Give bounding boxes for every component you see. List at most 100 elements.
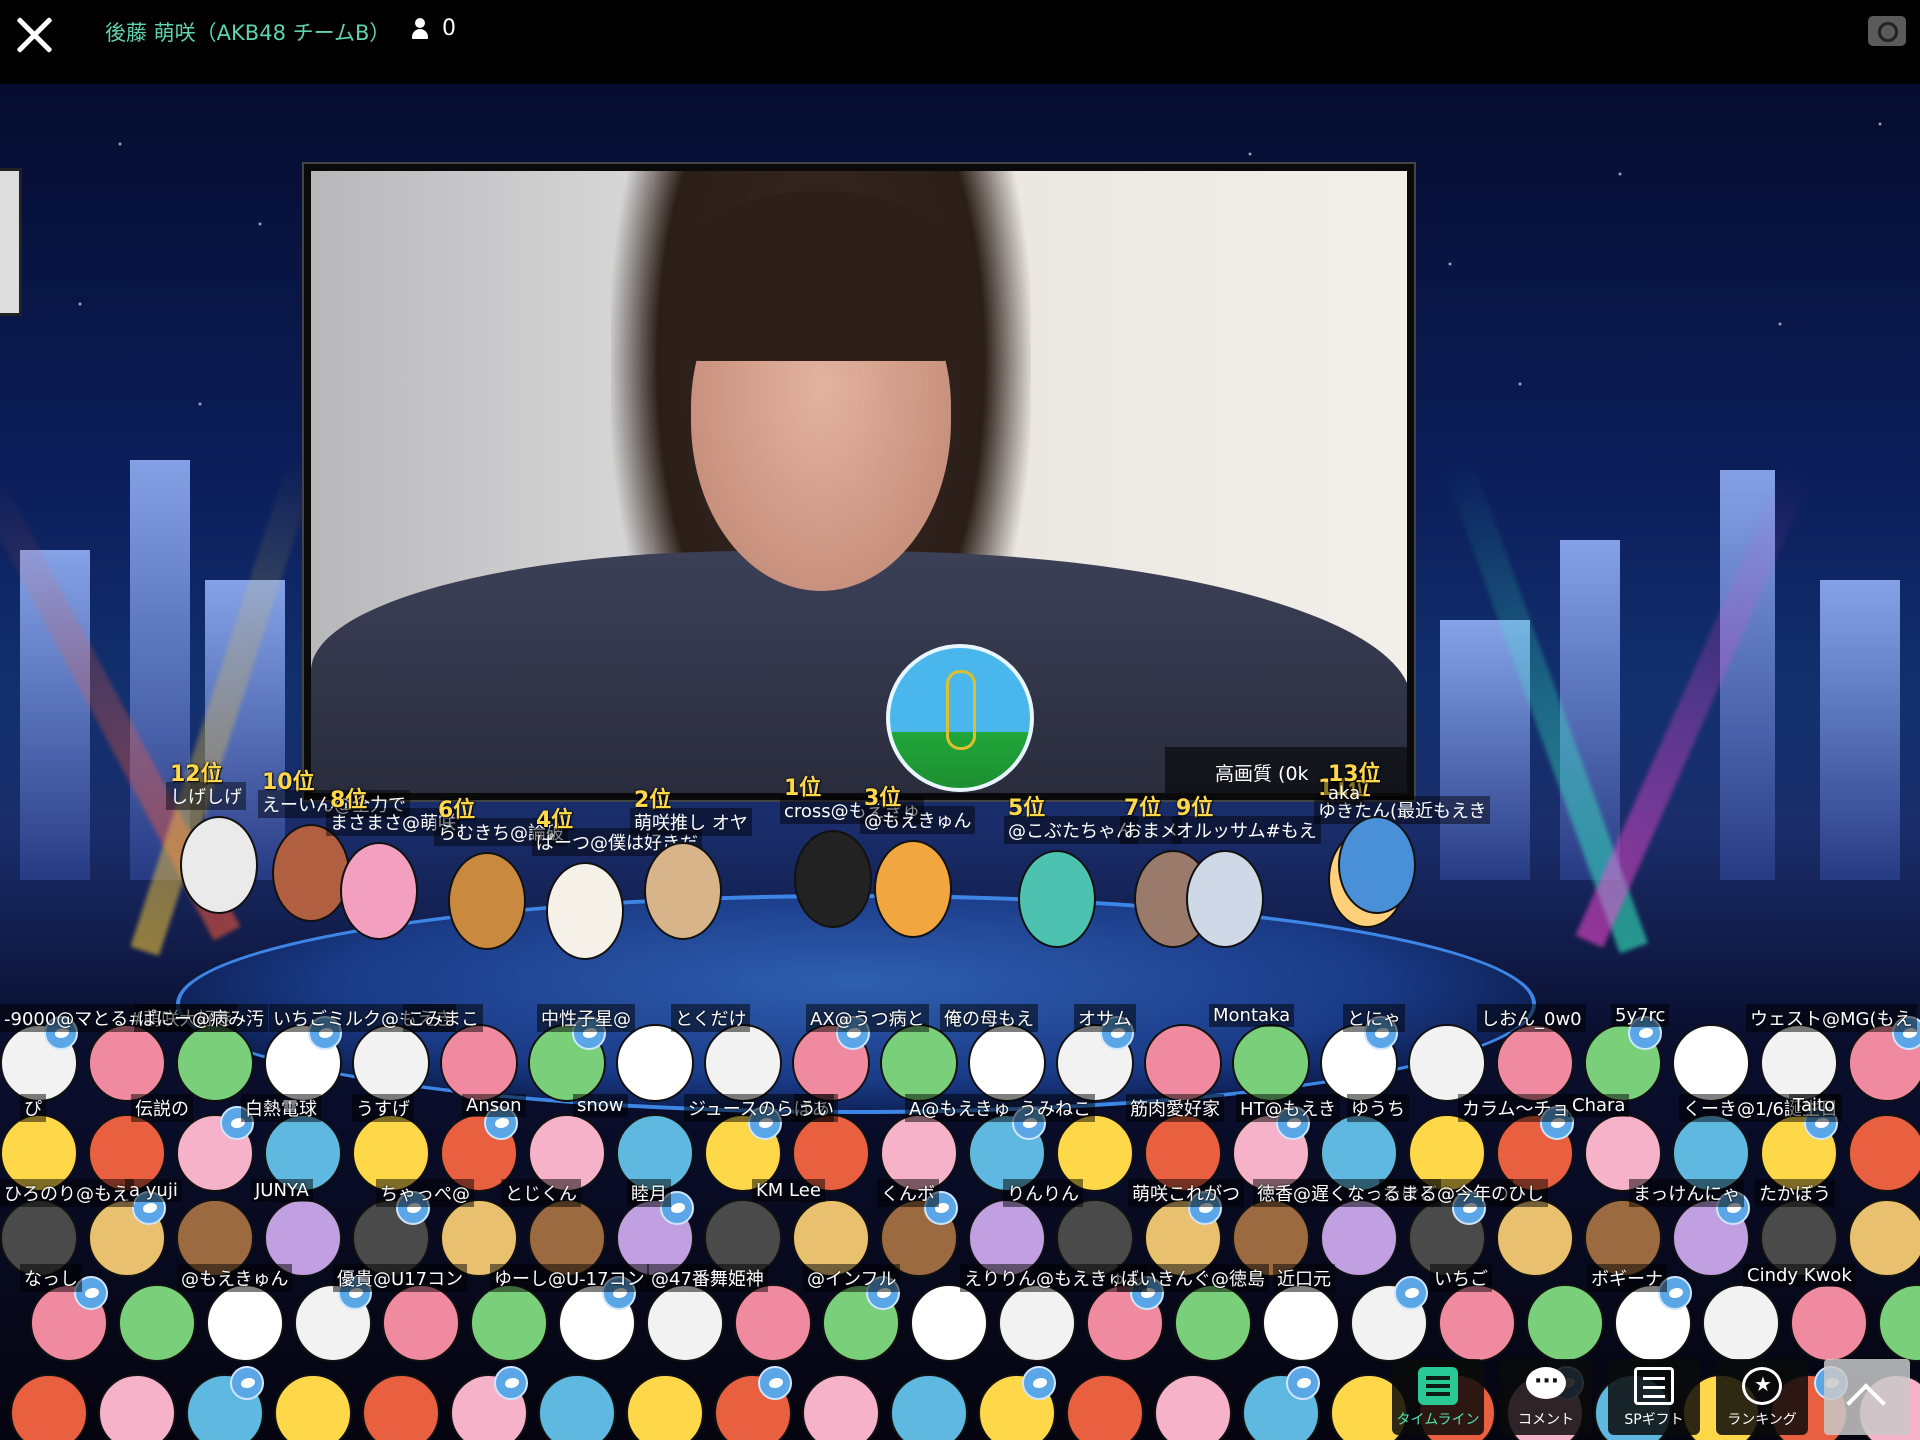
fan-name[interactable]: Taito [1789, 1094, 1840, 1117]
fan-name[interactable]: こみまこ [403, 1004, 483, 1032]
fan-name[interactable]: ちゃっぺ@ [376, 1179, 474, 1207]
fan-avatar[interactable] [206, 1284, 284, 1362]
ranked-user-avatar[interactable] [272, 824, 350, 922]
ranking-button[interactable]: ランキング [1716, 1359, 1808, 1435]
fan-avatar[interactable] [538, 1374, 616, 1440]
ranked-user-avatar[interactable] [546, 862, 624, 960]
ranked-user-avatar[interactable] [1338, 816, 1416, 914]
fan-name[interactable]: ゆーし@U-17コン [490, 1264, 649, 1292]
fan-avatar[interactable] [998, 1284, 1076, 1362]
fan-avatar[interactable] [382, 1284, 460, 1362]
fan-avatar[interactable] [1848, 1199, 1920, 1277]
fan-name[interactable]: りんりん [1003, 1179, 1083, 1207]
ranked-user-name[interactable]: しげしげ [166, 782, 246, 810]
fan-name[interactable]: 5y7rc [1611, 1004, 1670, 1027]
fan-avatar[interactable] [890, 1374, 968, 1440]
fan-avatar[interactable] [1066, 1374, 1144, 1440]
fan-name[interactable]: とじくん [501, 1179, 581, 1207]
fan-avatar[interactable] [704, 1024, 782, 1102]
fan-name[interactable]: KM Lee [752, 1179, 825, 1202]
ranked-user-avatar[interactable] [794, 830, 872, 928]
fan-name[interactable]: ぱにー@病み汚 [134, 1004, 268, 1032]
fan-name[interactable]: ぴ [20, 1094, 46, 1122]
fan-avatar[interactable] [1526, 1284, 1604, 1362]
fan-name[interactable]: まっけんにゃ [1629, 1179, 1745, 1207]
fan-avatar[interactable] [968, 1024, 1046, 1102]
fan-avatar[interactable] [10, 1374, 88, 1440]
sp-gift-button[interactable]: SPギフト [1608, 1359, 1700, 1435]
ranked-user-avatar[interactable] [644, 842, 722, 940]
fan-name[interactable]: ボギーナ [1587, 1264, 1667, 1292]
fan-avatar[interactable] [1848, 1114, 1920, 1192]
fan-avatar[interactable] [118, 1284, 196, 1362]
fan-name[interactable]: カラム〜チョ [1458, 1094, 1574, 1122]
fan-name[interactable]: しおん_0w0 [1477, 1004, 1586, 1032]
fan-avatar[interactable] [734, 1284, 812, 1362]
fan-name[interactable]: 伝説の [131, 1094, 193, 1122]
fan-avatar[interactable] [352, 1024, 430, 1102]
fan-name[interactable]: 筋肉愛好家 [1126, 1094, 1224, 1122]
fan-avatar[interactable] [1760, 1024, 1838, 1102]
ranked-user-name[interactable]: aka [1324, 782, 1365, 805]
fan-name[interactable]: @もえきゅん [177, 1264, 293, 1292]
fan-avatar[interactable] [616, 1024, 694, 1102]
fan-name[interactable]: オサム [1074, 1004, 1136, 1032]
fan-avatar[interactable] [1174, 1284, 1252, 1362]
ranked-user-avatar[interactable] [340, 842, 418, 940]
fan-name[interactable]: うい [794, 1094, 838, 1122]
fan-name[interactable]: たかぼう [1755, 1179, 1835, 1207]
ranked-user-name[interactable]: オルッサム#もえ [1172, 816, 1321, 844]
fan-avatar[interactable] [1878, 1284, 1920, 1362]
fan-name[interactable]: 睦月 [627, 1179, 671, 1207]
fan-avatar[interactable] [880, 1024, 958, 1102]
fan-avatar[interactable] [1496, 1199, 1574, 1277]
ranked-user-avatar[interactable] [180, 816, 258, 914]
fan-name[interactable]: ウェスト@MG(もえ [1746, 1004, 1917, 1032]
fan-name[interactable]: ひろのり@もえ [0, 1179, 134, 1207]
fan-name[interactable]: Anson [462, 1094, 526, 1117]
fan-name[interactable]: ばいきんぐ@徳島 [1117, 1264, 1269, 1292]
fan-name[interactable]: Chara [1568, 1094, 1630, 1117]
fan-avatar[interactable] [88, 1024, 166, 1102]
fan-avatar[interactable] [1144, 1024, 1222, 1102]
fan-name[interactable]: 白熱電球 [241, 1094, 321, 1122]
fan-name[interactable]: ゆうち [1347, 1094, 1409, 1122]
fan-avatar[interactable] [1438, 1284, 1516, 1362]
fan-name[interactable]: くんボ [877, 1179, 939, 1207]
fan-avatar[interactable] [1496, 1024, 1574, 1102]
ranked-user-name[interactable]: @もえきゅん [860, 806, 976, 834]
fan-avatar[interactable] [910, 1284, 988, 1362]
fan-avatar[interactable] [1790, 1284, 1868, 1362]
camera-switch-icon[interactable] [1868, 16, 1906, 46]
fan-name[interactable]: うすげ [352, 1094, 414, 1122]
ranked-user-avatar[interactable] [874, 840, 952, 938]
close-icon[interactable] [12, 12, 56, 56]
fan-name[interactable]: HT@もえき [1236, 1094, 1340, 1122]
fan-avatar[interactable] [1262, 1284, 1340, 1362]
fan-name[interactable]: とくだけ [671, 1004, 751, 1032]
fan-name[interactable]: 中性子星@ [537, 1004, 635, 1032]
fan-name[interactable]: 近口元 [1273, 1264, 1335, 1292]
fan-name[interactable]: とにゃ [1343, 1004, 1405, 1032]
ranked-user-avatar[interactable] [1018, 850, 1096, 948]
fan-name[interactable]: @インフル [803, 1264, 901, 1292]
fan-name[interactable]: A@もえきゅ [905, 1094, 1015, 1122]
ranked-user-avatar[interactable] [1186, 850, 1264, 948]
fan-avatar[interactable] [646, 1284, 724, 1362]
fan-avatar[interactable] [1672, 1024, 1750, 1102]
fan-avatar[interactable] [440, 1024, 518, 1102]
fan-name[interactable]: いちご [1430, 1264, 1492, 1292]
fan-name[interactable]: なっし [20, 1264, 82, 1292]
ranked-user-name[interactable]: @こぶたちゃん [1004, 816, 1138, 844]
fan-name[interactable]: Montaka [1209, 1004, 1295, 1027]
fan-name[interactable]: 俺の母もえ [940, 1004, 1038, 1032]
ranked-user-avatar[interactable] [448, 852, 526, 950]
comment-button[interactable]: コメント [1500, 1359, 1592, 1435]
fan-name[interactable]: 萌咲これがつ [1128, 1179, 1244, 1207]
fan-name[interactable]: ひし [1504, 1179, 1548, 1207]
fan-name[interactable]: うみねこ [1015, 1094, 1095, 1122]
ranked-user-name[interactable]: 萌咲推し オヤ [630, 808, 752, 836]
fan-name[interactable]: Cindy Kwok [1743, 1264, 1856, 1287]
fan-name[interactable]: 優貴@U17コン [333, 1264, 468, 1292]
fan-avatar[interactable] [1154, 1374, 1232, 1440]
